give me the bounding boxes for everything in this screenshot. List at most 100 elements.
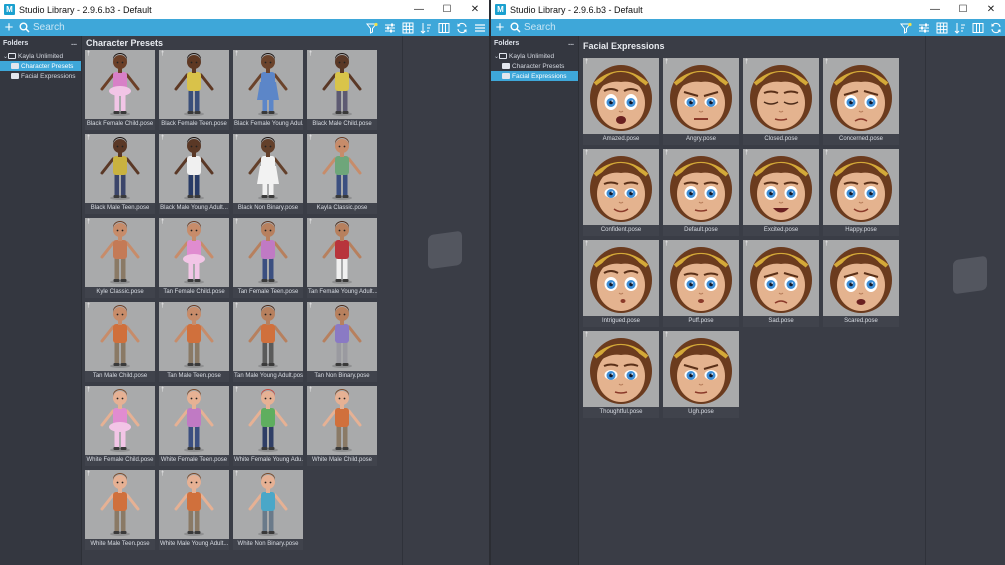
pose-item[interactable]: † White Male Child.pose bbox=[307, 386, 377, 466]
panels-icon[interactable] bbox=[436, 20, 451, 35]
folders-more-button[interactable]: ... bbox=[568, 40, 574, 47]
pose-thumbnail-image bbox=[174, 389, 214, 452]
folder-icon bbox=[11, 73, 19, 79]
pose-item[interactable]: † Angry.pose bbox=[663, 58, 739, 145]
add-icon[interactable]: + bbox=[1, 19, 17, 36]
folder-character-presets[interactable]: Character Presets bbox=[0, 61, 81, 71]
search-input[interactable]: Search bbox=[524, 19, 556, 36]
folder-facial-expressions[interactable]: Facial Expressions bbox=[491, 71, 578, 81]
pose-item[interactable]: † Default.pose bbox=[663, 149, 739, 236]
pose-thumbnail-image bbox=[174, 137, 214, 200]
pose-item[interactable]: † White Male Teen.pose bbox=[85, 470, 155, 550]
pose-item[interactable]: † Kyle Classic.pose bbox=[85, 218, 155, 298]
options-sliders-icon[interactable] bbox=[382, 20, 397, 35]
pose-item[interactable]: † White Male Young Adult... bbox=[159, 470, 229, 550]
pose-item[interactable]: † White Non Binary.pose bbox=[233, 470, 303, 550]
sync-icon[interactable] bbox=[988, 20, 1003, 35]
pose-item[interactable]: † Tan Female Child.pose bbox=[159, 218, 229, 298]
pose-type-icon: † bbox=[235, 387, 239, 393]
maximize-button[interactable]: ☐ bbox=[949, 0, 977, 19]
pose-item[interactable]: † Intrigued.pose bbox=[583, 240, 659, 327]
folder-facial-expressions[interactable]: Facial Expressions bbox=[0, 71, 81, 81]
pose-item[interactable]: † Tan Male Young Adult.pose bbox=[233, 302, 303, 382]
pose-item[interactable]: † Kayla Classic.pose bbox=[307, 134, 377, 214]
options-sliders-icon[interactable] bbox=[916, 20, 931, 35]
sort-icon[interactable] bbox=[418, 20, 433, 35]
search-input[interactable]: Search bbox=[33, 19, 65, 36]
title-bar[interactable]: M Studio Library - 2.9.6.b3 - Default — … bbox=[0, 0, 489, 19]
pose-item[interactable]: † Black Male Teen.pose bbox=[85, 134, 155, 214]
maximize-button[interactable]: ☐ bbox=[433, 0, 461, 19]
title-bar[interactable]: M Studio Library - 2.9.6.b3 - Default — … bbox=[491, 0, 1005, 19]
search-icon[interactable] bbox=[17, 19, 31, 36]
pose-thumbnail-image bbox=[670, 65, 732, 131]
pose-label: Default.pose bbox=[684, 227, 718, 233]
pose-item[interactable]: † Black Male Child.pose bbox=[307, 50, 377, 130]
pose-thumbnail: † bbox=[743, 240, 819, 316]
pose-thumbnail: † bbox=[159, 386, 229, 455]
folder-icon bbox=[502, 73, 510, 79]
pose-item[interactable]: † White Female Teen.pose bbox=[159, 386, 229, 466]
pose-item[interactable]: † Closed.pose bbox=[743, 58, 819, 145]
pose-label: Black Non Binary.pose bbox=[237, 205, 299, 211]
folder-kayla-unlimited[interactable]: ⌄ Kayla Unlimited bbox=[491, 51, 578, 61]
pose-item[interactable]: † Ugh.pose bbox=[663, 331, 739, 418]
pose-item[interactable]: † Sad.pose bbox=[743, 240, 819, 327]
pose-item[interactable]: † Happy.pose bbox=[823, 149, 899, 236]
sort-icon[interactable] bbox=[952, 20, 967, 35]
pose-type-icon: † bbox=[161, 303, 165, 309]
close-button[interactable]: ✕ bbox=[461, 0, 489, 19]
pose-thumbnail: † bbox=[583, 58, 659, 134]
pose-item[interactable]: † Concerned.pose bbox=[823, 58, 899, 145]
panels-icon[interactable] bbox=[970, 20, 985, 35]
minimize-button[interactable]: — bbox=[405, 0, 433, 19]
pose-item[interactable]: † Tan Female Teen.pose bbox=[233, 218, 303, 298]
pose-label: Intrigued.pose bbox=[601, 318, 641, 324]
pose-item[interactable]: † Tan Female Young Adult... bbox=[307, 218, 377, 298]
pose-item[interactable]: † Thoughtful.pose bbox=[583, 331, 659, 418]
grid-view-icon[interactable] bbox=[400, 20, 415, 35]
maya-app-icon: M bbox=[495, 4, 506, 15]
folder-kayla-unlimited[interactable]: ⌄ Kayla Unlimited bbox=[0, 51, 81, 61]
folders-more-button[interactable]: ... bbox=[71, 40, 77, 47]
pose-label: Tan Male Teen.pose bbox=[167, 373, 221, 379]
pose-item[interactable]: † White Female Child.pose bbox=[85, 386, 155, 466]
pose-item[interactable]: † Black Female Child.pose bbox=[85, 50, 155, 130]
pose-item[interactable]: † Tan Non Binary.pose bbox=[307, 302, 377, 382]
close-button[interactable]: ✕ bbox=[977, 0, 1005, 19]
pose-type-icon: † bbox=[235, 471, 239, 477]
window-title: Studio Library - 2.9.6.b3 - Default bbox=[19, 4, 152, 15]
minimize-button[interactable]: — bbox=[921, 0, 949, 19]
pose-thumbnail: † bbox=[583, 331, 659, 407]
pose-thumbnail-image bbox=[174, 53, 214, 116]
menu-icon[interactable] bbox=[472, 20, 487, 35]
pose-item[interactable]: † Amazed.pose bbox=[583, 58, 659, 145]
pose-thumbnail: † bbox=[823, 240, 899, 316]
pose-thumbnail: † bbox=[307, 218, 377, 287]
pose-thumbnail: † bbox=[583, 240, 659, 316]
folder-character-presets[interactable]: Character Presets bbox=[491, 61, 578, 71]
search-icon[interactable] bbox=[508, 19, 522, 36]
grid-view-icon[interactable] bbox=[934, 20, 949, 35]
sync-icon[interactable] bbox=[454, 20, 469, 35]
pose-label: White Male Child.pose bbox=[311, 457, 373, 463]
pose-item[interactable]: † Confident.pose bbox=[583, 149, 659, 236]
pose-thumbnail-image bbox=[590, 338, 652, 404]
pose-item[interactable]: † White Female Young Adu... bbox=[233, 386, 303, 466]
pose-label: Sad.pose bbox=[768, 318, 794, 324]
pose-item[interactable]: † Puff.pose bbox=[663, 240, 739, 327]
pose-item[interactable]: † Tan Male Teen.pose bbox=[159, 302, 229, 382]
pose-item[interactable]: † Scared.pose bbox=[823, 240, 899, 327]
pose-item[interactable]: † Black Female Young Adul... bbox=[233, 50, 303, 130]
filter-icon[interactable] bbox=[898, 20, 913, 35]
filter-icon[interactable] bbox=[364, 20, 379, 35]
pose-item[interactable]: † Tan Male Child.pose bbox=[85, 302, 155, 382]
pose-item[interactable]: † Excited.pose bbox=[743, 149, 819, 236]
add-icon[interactable]: + bbox=[492, 19, 508, 36]
pose-thumbnail-image bbox=[248, 53, 288, 116]
folder-label: Character Presets bbox=[512, 62, 565, 70]
pose-item[interactable]: † Black Female Teen.pose bbox=[159, 50, 229, 130]
pose-label: Concerned.pose bbox=[838, 136, 884, 142]
pose-item[interactable]: † Black Male Young Adult... bbox=[159, 134, 229, 214]
pose-item[interactable]: † Black Non Binary.pose bbox=[233, 134, 303, 214]
